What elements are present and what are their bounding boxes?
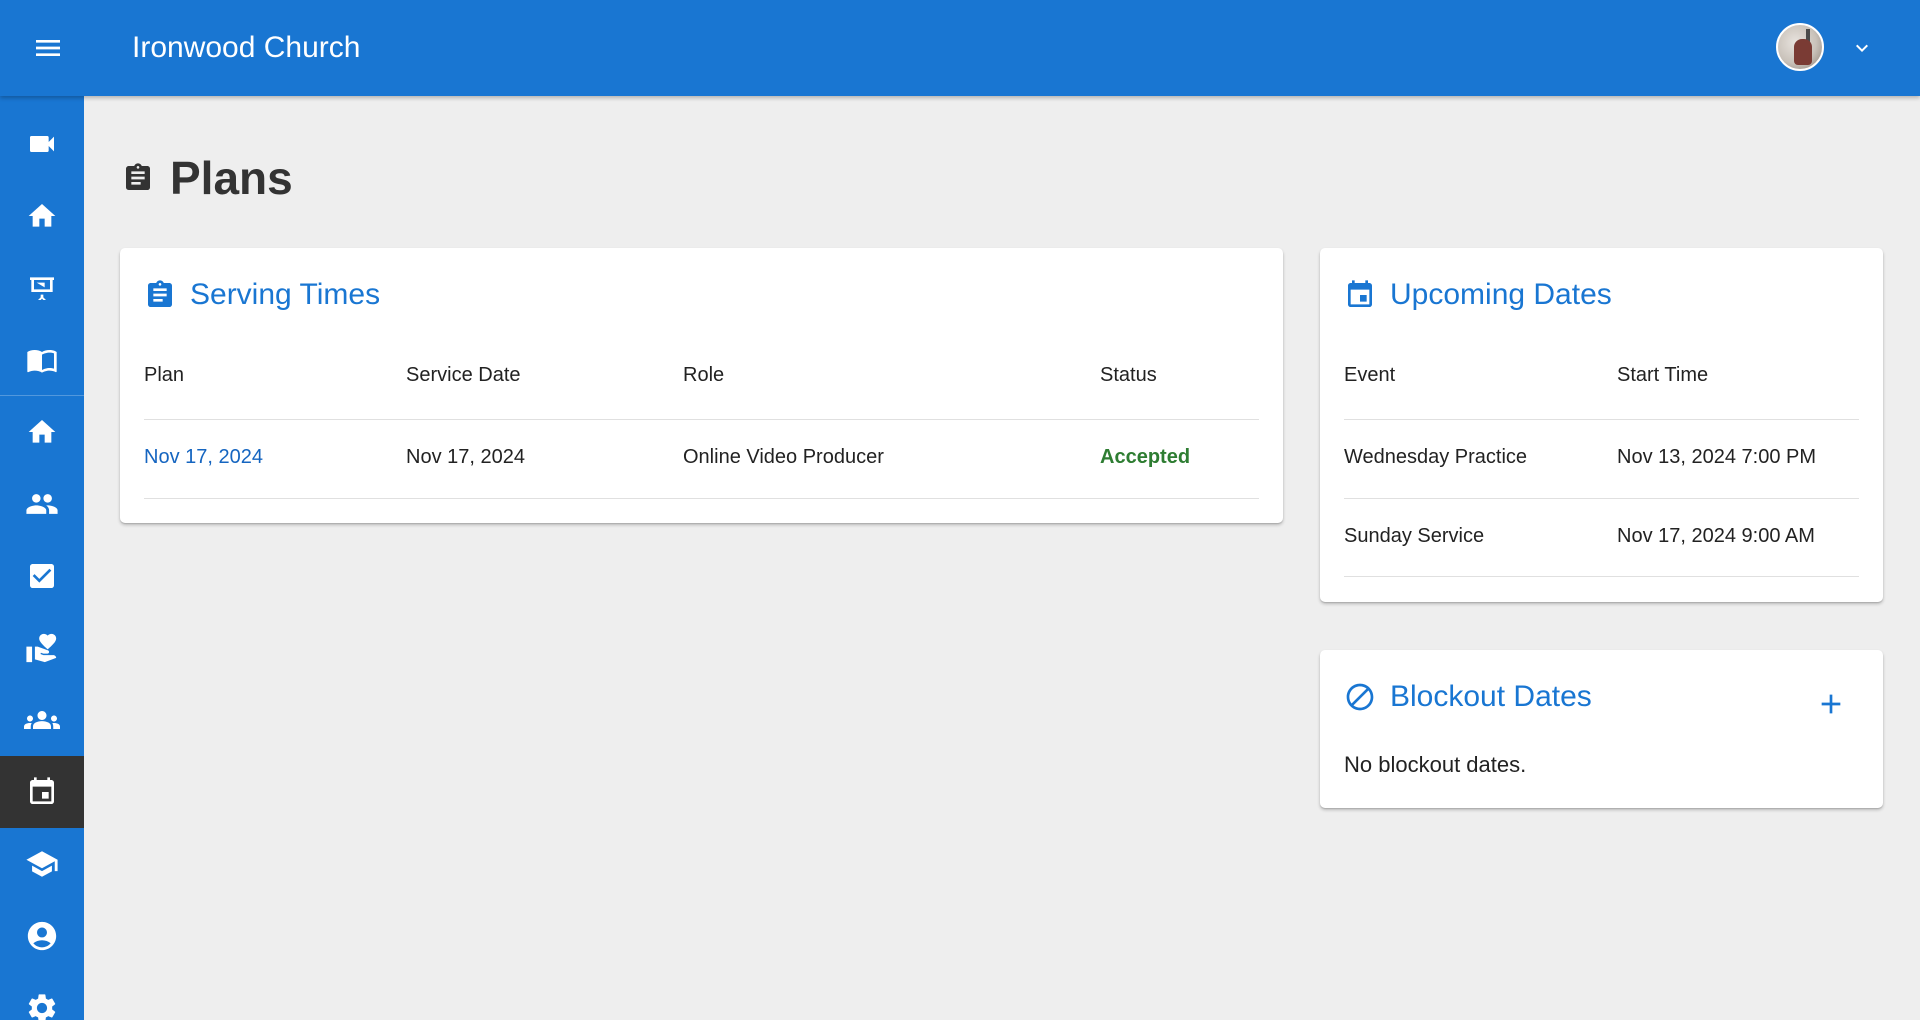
volunteer-heart-icon (26, 633, 57, 663)
graduation-cap-icon (26, 851, 58, 877)
sidebar-item-settings[interactable] (0, 972, 84, 1020)
column-header-role: Role (683, 364, 725, 386)
groups-icon (24, 711, 60, 729)
status-badge: Accepted (1100, 446, 1191, 468)
sidebar-item-people[interactable] (0, 468, 84, 540)
add-blockout-button[interactable] (1811, 684, 1851, 724)
role-cell: Online Video Producer (683, 446, 884, 468)
sidebar-item-lessons[interactable] (0, 828, 84, 900)
app-header: Ironwood Church (0, 0, 1920, 96)
start-time-cell: Nov 13, 2024 7:00 PM (1617, 446, 1817, 468)
serving-times-card: Serving Times Plan Service Date Role Sta… (120, 248, 1283, 523)
blockout-dates-title: Blockout Dates (1390, 680, 1592, 713)
account-circle-icon (27, 921, 57, 951)
blockout-empty-text: No blockout dates. (1344, 752, 1527, 777)
sidebar-item-bible[interactable] (0, 324, 84, 396)
column-header-status: Status (1100, 364, 1157, 386)
start-time-cell: Nov 17, 2024 9:00 AM (1617, 525, 1815, 547)
home-icon (28, 204, 56, 227)
calendar-icon (1348, 280, 1372, 307)
upcoming-dates-header: Upcoming Dates (1344, 278, 1612, 312)
sidebar-item-groups[interactable] (0, 684, 84, 756)
service-date-cell: Nov 17, 2024 (406, 446, 525, 468)
column-header-start-time: Start Time (1617, 364, 1709, 386)
serving-times-title: Serving Times (190, 278, 381, 311)
event-cell: Sunday Service (1344, 525, 1485, 547)
column-header-service-date: Service Date (406, 364, 521, 386)
sidebar-item-plans[interactable] (0, 756, 84, 828)
sidebar-nav (0, 96, 84, 1020)
clipboard-icon (126, 163, 150, 190)
sidebar-item-sermons[interactable] (0, 252, 84, 324)
chevron-down-icon[interactable] (1846, 32, 1878, 64)
home-icon (28, 420, 56, 443)
page-header: Plans (122, 150, 293, 206)
checkbox-icon (30, 564, 54, 588)
sidebar-item-tasks[interactable] (0, 540, 84, 612)
upcoming-dates-card: Upcoming Dates Event Start Time Wednesda… (1320, 248, 1883, 602)
gear-icon (28, 994, 56, 1020)
page-title: Plans (170, 152, 293, 204)
event-cell: Wednesday Practice (1344, 446, 1528, 468)
sidebar-item-video[interactable] (0, 108, 84, 180)
video-camera-icon (30, 136, 54, 152)
blockout-dates-card: Blockout Dates No blockout dates. (1320, 650, 1883, 808)
plus-icon (1821, 694, 1841, 714)
people-icon (26, 494, 58, 514)
calendar-icon (30, 777, 54, 804)
sidebar-item-donations[interactable] (0, 612, 84, 684)
sidebar-item-church-home[interactable] (0, 396, 84, 468)
clipboard-icon (148, 280, 172, 307)
app-title: Ironwood Church (132, 31, 361, 64)
hamburger-menu-icon[interactable] (0, 0, 96, 96)
sidebar-item-profile[interactable] (0, 900, 84, 972)
sidebar-item-home[interactable] (0, 180, 84, 252)
open-book-icon (27, 350, 57, 373)
column-header-event: Event (1344, 364, 1396, 386)
user-avatar[interactable] (1776, 23, 1824, 71)
block-icon (1346, 683, 1374, 711)
serving-times-header: Serving Times (144, 278, 380, 312)
projector-screen-icon (30, 277, 54, 300)
upcoming-dates-title: Upcoming Dates (1390, 278, 1612, 311)
plan-link[interactable]: Nov 17, 2024 (144, 446, 263, 469)
column-header-plan: Plan (144, 364, 185, 386)
blockout-dates-header: Blockout Dates (1344, 680, 1592, 714)
